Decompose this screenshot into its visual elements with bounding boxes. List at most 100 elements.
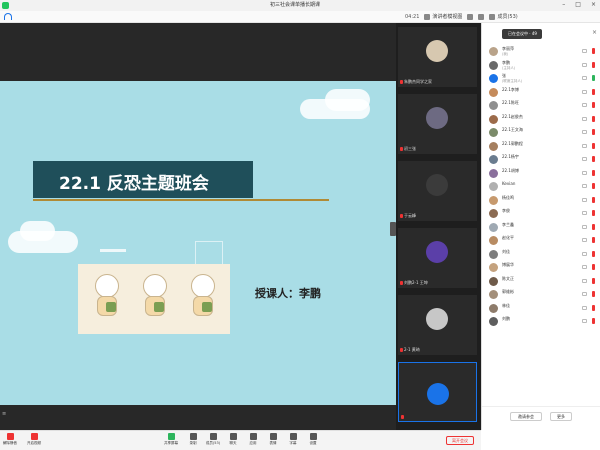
participant-row[interactable]: 陈文正 xyxy=(482,275,600,289)
mic-muted-icon[interactable] xyxy=(592,291,595,297)
participant-row[interactable]: 22.1赵俊杰 xyxy=(482,113,600,127)
participant-row[interactable]: 22.1陈旺 xyxy=(482,99,600,113)
participants-count-tab[interactable]: 已在会议中 · 49 xyxy=(502,29,542,39)
share-screen-button[interactable]: 共享屏幕 xyxy=(163,433,179,446)
invite-button[interactable]: 邀请参会 xyxy=(510,412,542,421)
video-tile[interactable]: 朱鹏杰同学之家 xyxy=(398,27,477,87)
participant-role: (我) xyxy=(502,52,509,56)
mic-on-icon[interactable] xyxy=(592,75,595,81)
shared-screen-area[interactable]: 22.1 反恐主题班会 授课人：李鹏 ≡ xyxy=(0,23,396,430)
reaction-icon xyxy=(269,433,277,440)
mic-muted-icon[interactable] xyxy=(592,169,595,176)
participant-row[interactable]: 郭维彬 xyxy=(482,288,600,302)
participant-row[interactable]: 林佳 xyxy=(482,302,600,316)
fullscreen-button-2[interactable] xyxy=(478,13,485,20)
mic-muted-icon[interactable] xyxy=(592,115,595,122)
avatar xyxy=(489,263,498,272)
share-screen-label: 共享屏幕 xyxy=(164,441,178,445)
avatar xyxy=(489,209,498,218)
participant-row[interactable]: 李俊 xyxy=(482,207,600,221)
video-tile[interactable]: 刘鹏2-1 王坤 xyxy=(398,228,477,288)
participant-row[interactable]: 刘佳 xyxy=(482,248,600,262)
participants-icon xyxy=(209,433,217,440)
record-button[interactable]: 录制 xyxy=(185,433,201,446)
mic-muted-icon[interactable] xyxy=(592,210,595,216)
mic-muted-icon[interactable] xyxy=(592,277,595,284)
mic-muted-icon[interactable] xyxy=(592,142,595,149)
participant-row[interactable]: 杨佳鸣 xyxy=(482,194,600,208)
maximize-button[interactable]: □ xyxy=(575,1,581,8)
mic-muted-icon[interactable] xyxy=(592,183,595,189)
close-panel-icon[interactable]: × xyxy=(592,29,597,36)
mic-muted-icon[interactable] xyxy=(592,156,595,162)
mic-muted-icon[interactable] xyxy=(592,61,595,68)
mic-muted-icon[interactable] xyxy=(592,264,595,270)
minimize-button[interactable]: – xyxy=(562,1,565,8)
slide-title: 22.1 反恐主题班会 xyxy=(59,174,209,194)
fullscreen-icon xyxy=(478,13,485,20)
mic-muted-icon xyxy=(400,348,403,352)
participant-row[interactable]: 22.1胡博 xyxy=(482,167,600,181)
mic-muted-icon[interactable] xyxy=(592,129,595,135)
unmute-button[interactable]: 解除静音 xyxy=(2,433,18,446)
mic-muted-icon[interactable] xyxy=(592,223,595,230)
video-tile-name: 刘鹏2-1 王坤 xyxy=(404,280,428,285)
mic-muted-icon[interactable] xyxy=(592,88,595,95)
participant-row[interactable]: 赵化平 xyxy=(482,234,600,248)
avatar xyxy=(489,222,498,232)
chat-button[interactable]: 聊天 xyxy=(225,433,241,446)
close-button[interactable]: × xyxy=(591,1,596,8)
avatar xyxy=(489,290,498,299)
record-label: 录制 xyxy=(189,441,197,445)
apps-button[interactable]: 应用 xyxy=(245,433,261,446)
start-video-button[interactable]: 开启视频 xyxy=(26,433,42,446)
video-tile-self[interactable] xyxy=(398,362,477,422)
more-button[interactable]: 更多 xyxy=(550,412,572,421)
mascot-illustration xyxy=(78,264,230,334)
leave-meeting-button[interactable]: 离开会议 xyxy=(446,436,474,445)
video-icon xyxy=(30,433,38,440)
participant-row[interactable]: 李兰鑫 xyxy=(482,221,600,235)
mic-muted-icon[interactable] xyxy=(592,304,595,311)
settings-button[interactable]: 设置 xyxy=(305,433,321,446)
video-tile-name: 2-1 黄琦 xyxy=(404,347,420,352)
participant-row[interactable]: 22.1郭鹏程 xyxy=(482,140,600,154)
mic-muted-icon[interactable] xyxy=(592,318,595,324)
video-tile[interactable]: 2-1 黄琦 xyxy=(398,295,477,355)
video-tile[interactable]: 于云峰 xyxy=(398,161,477,221)
participant-row[interactable]: 李鹏 (主持人) xyxy=(482,59,600,73)
participant-row[interactable]: 刘鹏 xyxy=(482,315,600,329)
window-controls: – □ × xyxy=(562,1,596,8)
participant-row[interactable]: Kevian xyxy=(482,180,600,194)
network-signal-icon[interactable] xyxy=(4,13,12,20)
avatar xyxy=(489,74,498,83)
view-toggle-button[interactable]: 演讲者模视图 xyxy=(424,13,462,20)
participant-row[interactable]: 张 (联席主持人) xyxy=(482,72,600,86)
participants-panel: 已在会议中 · 49 × 李丽萍 (我) 李鹏 (主持人) 张 (联席主持人) 22.1李博… xyxy=(481,23,600,430)
participant-row[interactable]: 22.1杨宇 xyxy=(482,153,600,167)
mic-muted-icon[interactable] xyxy=(592,196,595,203)
slide-menu-icon[interactable]: ≡ xyxy=(2,411,8,417)
participant-name: 博展华 xyxy=(502,262,514,267)
participant-row[interactable]: 博展华 xyxy=(482,261,600,275)
fullscreen-button[interactable] xyxy=(467,13,474,20)
avatar xyxy=(489,87,498,97)
participant-row[interactable]: 22.1李博 xyxy=(482,86,600,100)
video-tile[interactable]: 初三张 xyxy=(398,94,477,154)
reaction-button[interactable]: 表情 xyxy=(265,433,281,446)
avatar xyxy=(489,101,498,110)
mic-muted-icon[interactable] xyxy=(592,102,595,108)
participants-toolbar-button[interactable]: 成员(53) xyxy=(489,13,518,20)
mic-muted-icon[interactable] xyxy=(592,237,595,243)
caption-icon xyxy=(289,433,297,440)
participant-row[interactable]: 李丽萍 (我) xyxy=(482,45,600,59)
mic-muted-icon[interactable] xyxy=(592,250,595,257)
participant-name: 杨佳鸣 xyxy=(502,194,514,200)
mic-muted-icon xyxy=(401,415,404,419)
participants-button[interactable]: 成员(53) xyxy=(205,433,221,446)
participant-row[interactable]: 22.1王文海 xyxy=(482,126,600,140)
camera-off-icon xyxy=(582,76,587,80)
plane-decoration xyxy=(100,249,126,252)
caption-button[interactable]: 字幕 xyxy=(285,433,301,446)
mic-muted-icon[interactable] xyxy=(592,48,595,54)
